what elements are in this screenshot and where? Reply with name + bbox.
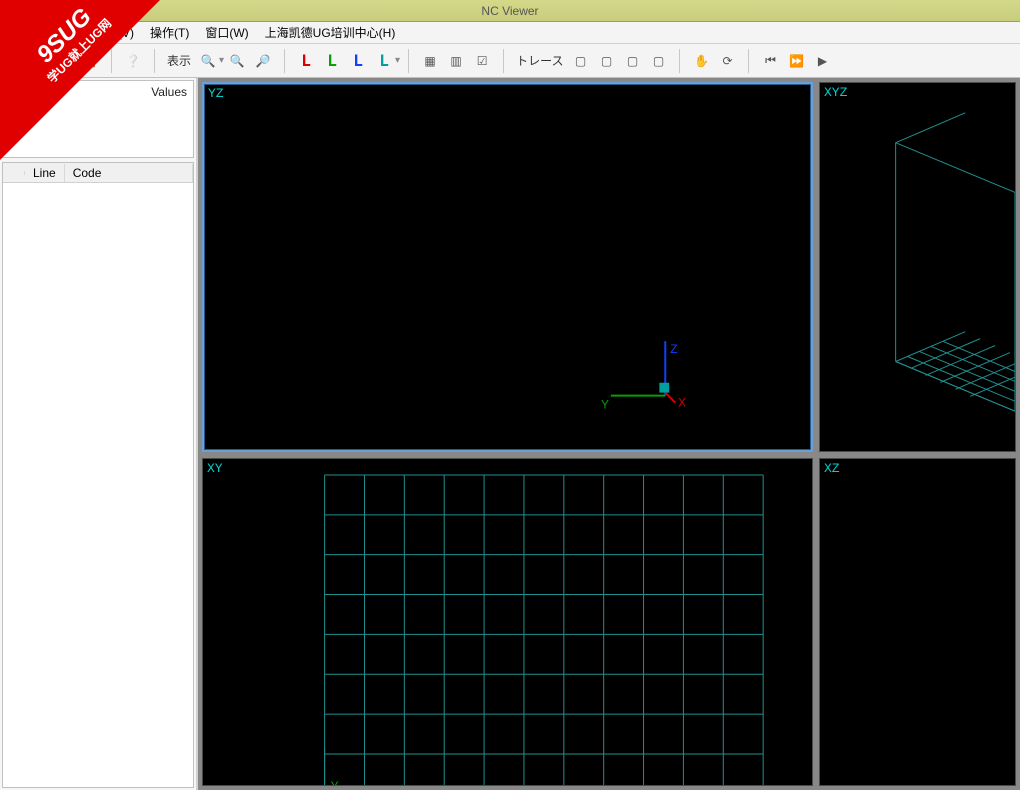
svg-text:X: X: [678, 395, 686, 409]
layout-4view-button[interactable]: ▦: [418, 49, 442, 73]
viewport-xy-label: XY: [207, 461, 223, 476]
axis-indicator: Z X Y: [204, 84, 811, 450]
svg-text:Y: Y: [601, 397, 609, 411]
trace-1-button[interactable]: ▢: [568, 49, 592, 73]
zoom-out-button[interactable]: 🔎: [251, 49, 275, 73]
grid-4-icon: ▦: [424, 54, 435, 68]
page-icon: ▢: [627, 54, 638, 68]
viewport-xy[interactable]: XY: [202, 458, 813, 786]
col-line[interactable]: Line: [25, 164, 65, 182]
layout-2view-button[interactable]: ▥: [444, 49, 468, 73]
app-title: NC Viewer: [481, 4, 538, 18]
display-label: 表示: [163, 52, 195, 69]
code-panel: Line Code: [2, 162, 194, 788]
trace-3-button[interactable]: ▢: [620, 49, 644, 73]
skip-back-icon: ⏮: [765, 53, 776, 68]
fast-fwd-icon: ⏩: [789, 54, 804, 68]
svg-text:Z: Z: [670, 342, 677, 356]
zoom-in-button[interactable]: 🔍: [225, 49, 249, 73]
hand-icon: ✋: [694, 54, 709, 68]
menu-training[interactable]: 上海凯德UG培训中心(H): [257, 22, 404, 43]
rotate-button[interactable]: ⟳: [715, 49, 739, 73]
zoom-fit-dropdown[interactable]: ▾: [219, 55, 224, 66]
axis-z-button[interactable]: L: [346, 49, 370, 73]
viewport-yz-label: YZ: [208, 86, 224, 101]
rotate-icon: ⟳: [722, 54, 732, 68]
zoom-fit-icon: 🔍: [201, 54, 216, 68]
zoom-fit-button[interactable]: 🔍: [196, 49, 220, 73]
play-start-button[interactable]: ⏮: [758, 49, 782, 73]
grid-2-icon: ▥: [450, 54, 461, 68]
checkbox-toggle[interactable]: ☑: [470, 49, 494, 73]
play-fwd-button[interactable]: ⏩: [784, 49, 808, 73]
viewport-xyz-label: XYZ: [824, 85, 847, 100]
svg-text:Y: Y: [331, 779, 339, 785]
left-pane: Values Line Code: [0, 78, 198, 790]
checkbox-icon: ☑: [477, 54, 488, 68]
menu-window[interactable]: 窗口(W): [197, 22, 256, 43]
zoom-in-icon: 🔍: [230, 54, 245, 68]
viewport-yz[interactable]: YZ Z X Y: [202, 82, 813, 452]
zoom-out-icon: 🔎: [256, 54, 271, 68]
viewport-xz[interactable]: XZ: [819, 458, 1016, 786]
gutter-col: [3, 171, 25, 175]
page-icon: ▢: [601, 54, 612, 68]
trace-4-button[interactable]: ▢: [646, 49, 670, 73]
trace-label: トレース: [512, 52, 567, 69]
axis-iso-button[interactable]: L: [372, 49, 396, 73]
pan-button[interactable]: ✋: [689, 49, 713, 73]
viewport-xz-label: XZ: [824, 461, 840, 476]
viewport-grid: YZ Z X Y XYZ: [198, 78, 1020, 790]
page-icon: ▢: [575, 54, 586, 68]
trace-2-button[interactable]: ▢: [594, 49, 618, 73]
col-code[interactable]: Code: [65, 164, 193, 182]
play-button[interactable]: ▶: [810, 49, 834, 73]
viewport-xyz[interactable]: XYZ: [819, 82, 1016, 452]
page-icon: ▢: [653, 54, 664, 68]
axis-dropdown[interactable]: ▾: [395, 55, 400, 66]
play-icon: ▶: [818, 54, 827, 68]
axis-x-button[interactable]: L: [294, 49, 318, 73]
axis-y-button[interactable]: L: [320, 49, 344, 73]
